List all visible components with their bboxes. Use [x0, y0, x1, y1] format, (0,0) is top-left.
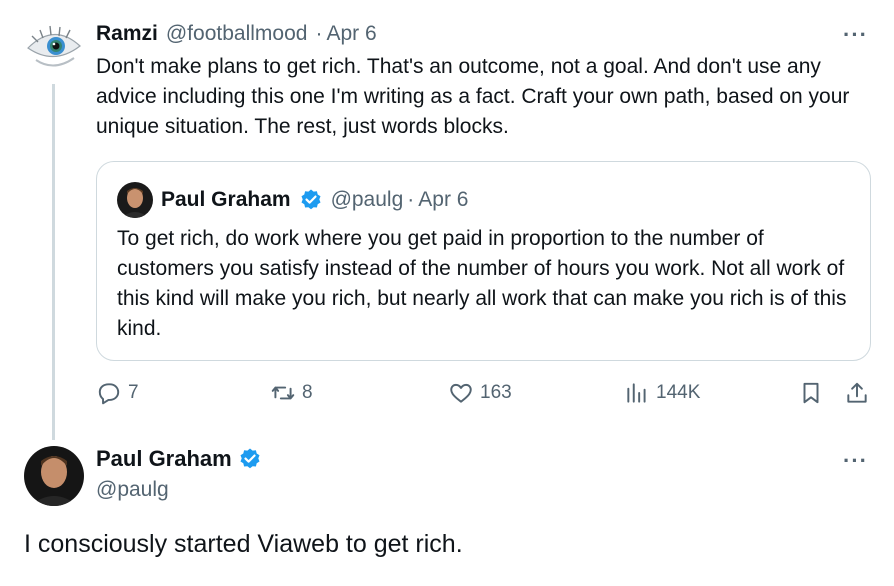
bookmark-icon [803, 382, 819, 404]
quoted-avatar [117, 182, 153, 218]
reply-tweet-header: Ramzi @footballmood · Apr 6 [96, 20, 876, 48]
more-options-button[interactable]: ··· [843, 22, 868, 48]
quoted-author-name[interactable]: Paul Graham [161, 188, 291, 212]
eye-avatar-icon [27, 25, 81, 67]
like-button[interactable]: 163 [448, 380, 512, 406]
author-name[interactable]: Paul Graham [96, 446, 232, 472]
views-button[interactable]: 144K [624, 380, 700, 406]
like-count: 163 [480, 382, 512, 403]
separator-dot: · [315, 22, 323, 45]
main-tweet-author: Paul Graham [96, 446, 262, 472]
quoted-author-handle[interactable]: @paulg [331, 188, 404, 212]
reply-tweet: Ramzi @footballmood · Apr 6 Don't make p… [96, 20, 876, 142]
author-name[interactable]: Ramzi [96, 20, 158, 48]
bookmark-button[interactable] [798, 380, 824, 406]
tweet-date[interactable]: Apr 6 [326, 20, 376, 48]
retweet-icon [271, 386, 295, 400]
quoted-tweet-date[interactable]: Apr 6 [418, 188, 468, 212]
views-count: 144K [656, 382, 701, 403]
reply-icon [98, 383, 120, 405]
tweet-text: Don't make plans to get rich. That's an … [96, 55, 850, 138]
quoted-tweet-header: Paul Graham @paulg · Apr 6 [117, 182, 468, 218]
reply-count: 7 [128, 382, 139, 403]
author-handle[interactable]: @paulg [96, 478, 169, 502]
share-icon [847, 382, 867, 403]
verified-badge-icon [301, 189, 321, 210]
person-avatar-icon [24, 446, 84, 506]
verified-badge-icon [240, 448, 260, 469]
more-options-button[interactable]: ··· [843, 448, 868, 474]
thread-connector-line [52, 84, 55, 440]
person-avatar-icon [117, 182, 153, 218]
heart-icon [450, 383, 472, 403]
reply-button[interactable]: 7 [96, 380, 139, 406]
views-chart-icon [627, 383, 646, 403]
main-tweet-text: I consciously started Viaweb to get rich… [24, 530, 463, 558]
author-handle[interactable]: @footballmood [166, 20, 308, 48]
separator-dot: · [407, 188, 415, 211]
quoted-tweet-card[interactable]: Paul Graham @paulg · Apr 6 To get rich, … [96, 161, 871, 361]
retweet-count: 8 [302, 382, 313, 403]
share-button[interactable] [844, 380, 870, 406]
avatar[interactable] [24, 16, 84, 76]
retweet-button[interactable]: 8 [270, 380, 313, 406]
avatar[interactable] [24, 446, 84, 506]
quoted-tweet-text: To get rich, do work where you get paid … [117, 227, 847, 340]
tweet-action-bar: 7 8 163 144K [96, 380, 886, 412]
